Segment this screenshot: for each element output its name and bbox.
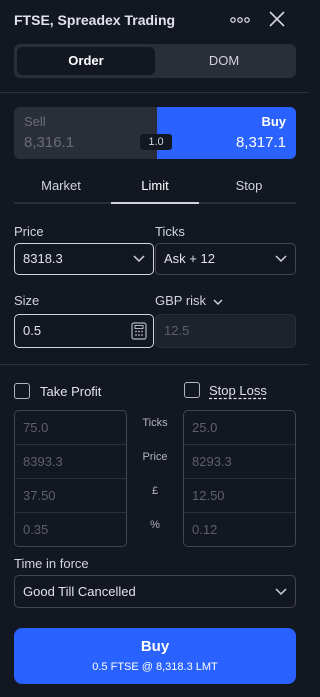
spread-badge: 1.0 [140, 134, 172, 150]
more-options-icon[interactable] [228, 10, 252, 30]
sell-label: Sell [24, 114, 46, 129]
buy-label: Buy [261, 114, 286, 129]
close-icon[interactable] [266, 8, 288, 30]
time-in-force-select[interactable]: Good Till Cancelled [14, 575, 296, 608]
risk-input: 12.5 [155, 314, 296, 348]
sl-price-input[interactable]: 8293.3 [184, 445, 295, 479]
row-label-ticks: Ticks [142, 417, 168, 429]
row-label-price: Price [142, 451, 168, 463]
order-type-tabs: Market Limit Stop [14, 176, 296, 204]
submit-label: Buy [140, 638, 170, 655]
price-label: Price [14, 224, 44, 239]
dom-tab[interactable]: DOM [155, 47, 293, 75]
sell-price: 8,316.1 [24, 134, 75, 151]
calculator-icon[interactable] [131, 322, 147, 340]
order-summary: 0.5 FTSE @ 8,318.3 LMT [92, 661, 218, 673]
size-value: 0.5 [23, 323, 42, 338]
row-label-percent: % [150, 519, 160, 531]
price-value: 8318.3 [23, 251, 63, 266]
buy-price: 8,317.1 [235, 134, 286, 151]
risk-value: 12.5 [164, 323, 190, 338]
stop-loss-fields: 25.0 8293.3 12.50 0.12 [183, 410, 296, 547]
divider [0, 364, 309, 365]
risk-label: GBP risk [155, 293, 207, 308]
chevron-down-icon [275, 576, 287, 607]
sl-amount-input[interactable]: 12.50 [184, 479, 295, 513]
order-tab[interactable]: Order [17, 47, 155, 75]
tab-limit[interactable]: Limit [108, 176, 202, 202]
chevron-down-icon [275, 244, 287, 274]
row-label-amount: £ [151, 485, 159, 497]
sl-percent-input[interactable]: 0.12 [184, 513, 295, 547]
mode-switch: Order DOM [14, 44, 296, 78]
time-in-force-value: Good Till Cancelled [23, 584, 136, 599]
ticks-value: Ask + 12 [164, 251, 215, 266]
sell-button[interactable]: Sell 8,316.1 [14, 107, 157, 159]
price-select[interactable]: 8318.3 [14, 243, 154, 275]
tab-market[interactable]: Market [14, 176, 108, 202]
chevron-down-icon [213, 299, 223, 305]
ticks-label: Ticks [155, 224, 185, 239]
tp-percent-input[interactable]: 0.35 [15, 513, 126, 547]
buy-button[interactable]: Buy 8,317.1 [157, 107, 296, 159]
stop-loss-checkbox[interactable] [184, 382, 200, 398]
chevron-down-icon [133, 244, 145, 274]
time-in-force-label: Time in force [14, 556, 89, 571]
risk-label-dropdown[interactable]: GBP risk [155, 293, 223, 308]
active-tab-indicator [111, 202, 199, 204]
tab-stop[interactable]: Stop [202, 176, 296, 202]
window-title: FTSE, Spreadex Trading [14, 12, 176, 28]
take-profit-checkbox[interactable] [14, 383, 30, 399]
tp-price-input[interactable]: 8393.3 [15, 445, 126, 479]
tp-ticks-input[interactable]: 75.0 [15, 411, 126, 445]
divider [0, 92, 309, 93]
tp-amount-input[interactable]: 37.50 [15, 479, 126, 513]
sl-ticks-input[interactable]: 25.0 [184, 411, 295, 445]
size-label: Size [14, 293, 40, 308]
take-profit-label: Take Profit [40, 384, 102, 399]
take-profit-fields: 75.0 8393.3 37.50 0.35 [14, 410, 127, 547]
submit-buy-button[interactable]: Buy 0.5 FTSE @ 8,318.3 LMT [14, 628, 296, 684]
stop-loss-label: Stop Loss [209, 383, 267, 398]
ticks-select[interactable]: Ask + 12 [155, 243, 296, 275]
size-input[interactable]: 0.5 [14, 314, 154, 348]
